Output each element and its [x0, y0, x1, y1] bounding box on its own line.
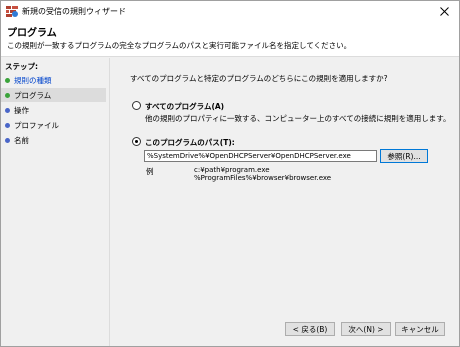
- step-status-icon: [5, 122, 10, 128]
- step-status-icon: [5, 107, 10, 113]
- step-label: 規則の種類: [14, 75, 52, 85]
- example-label: 例: [146, 167, 154, 176]
- step-name: 名前: [1, 133, 106, 147]
- back-button[interactable]: < 戻る(B): [285, 322, 335, 336]
- step-status-icon: [5, 92, 10, 98]
- scope-question: すべてのプログラムと特定のプログラムのどちらにこの規則を適用しますか?: [130, 74, 388, 83]
- firewall-icon: [6, 5, 18, 17]
- program-path-input[interactable]: %SystemDrive%¥OpenDHCPServer¥OpenDHCPSer…: [144, 150, 377, 162]
- steps-title: ステップ:: [5, 62, 38, 71]
- next-button[interactable]: 次へ(N) >: [341, 322, 391, 336]
- wizard-header: プログラム この規則が一致するプログラムの完全なプログラムのパスと実行可能ファイ…: [1, 21, 459, 57]
- step-label: プログラム: [14, 90, 52, 100]
- main-panel: すべてのプログラムと特定のプログラムのどちらにこの規則を適用しますか? すべての…: [110, 58, 459, 346]
- example-path: c:¥path¥program.exe: [194, 166, 270, 174]
- step-status-icon: [5, 137, 10, 143]
- this-program-radio[interactable]: [132, 137, 141, 146]
- all-programs-description: 他の規則のプロパティに一致する、コンピューター上のすべての接続に規則を適用します…: [145, 114, 451, 123]
- step-action: 操作: [1, 103, 106, 117]
- cancel-button[interactable]: キャンセル: [395, 322, 445, 336]
- step-program[interactable]: プログラム: [1, 88, 106, 102]
- all-programs-radio[interactable]: [132, 101, 141, 110]
- example-path: %ProgramFiles%¥browser¥browser.exe: [194, 174, 332, 182]
- step-label: 名前: [14, 135, 29, 145]
- browse-button[interactable]: 参照(R)...: [380, 149, 428, 163]
- wizard-window: 新規の受信の規則ウィザード プログラム この規則が一致するプログラムの完全なプロ…: [0, 0, 460, 347]
- step-rule-type[interactable]: 規則の種類: [1, 73, 106, 87]
- steps-panel: ステップ: 規則の種類 プログラム 操作 プロファイル 名前: [1, 58, 109, 346]
- step-label: 操作: [14, 105, 29, 115]
- step-label: プロファイル: [14, 120, 59, 130]
- step-profile: プロファイル: [1, 118, 106, 132]
- step-status-icon: [5, 77, 10, 83]
- all-programs-label[interactable]: すべてのプログラム(A): [145, 101, 224, 112]
- page-description: この規則が一致するプログラムの完全なプログラムのパスと実行可能ファイル名を指定し…: [7, 41, 352, 50]
- this-program-label[interactable]: このプログラムのパス(T):: [145, 137, 235, 148]
- window-title: 新規の受信の規則ウィザード: [22, 7, 126, 16]
- close-icon: [439, 6, 449, 16]
- page-title: プログラム: [7, 28, 57, 39]
- title-bar: 新規の受信の規則ウィザード: [1, 1, 459, 21]
- close-button[interactable]: [429, 1, 459, 21]
